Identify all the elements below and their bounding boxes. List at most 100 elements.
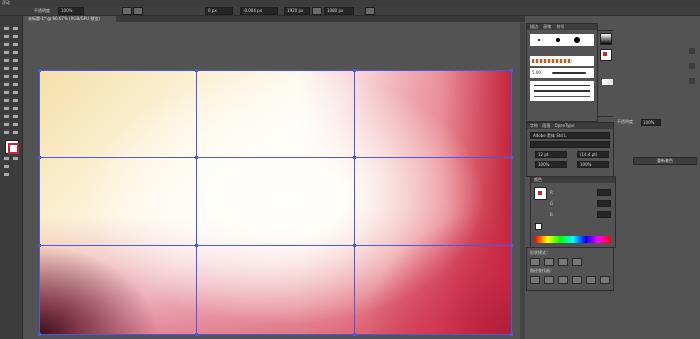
color-spectrum-bar[interactable] [535,236,611,243]
mesh-anchor[interactable] [38,69,41,72]
color-stroke-chip[interactable] [538,191,542,195]
draw-mode-icon[interactable] [3,164,10,169]
exclude-icon[interactable] [572,258,582,266]
tab-stroke[interactable]: 描边 [530,24,538,29]
mesh-anchor[interactable] [38,244,41,247]
mesh-anchor[interactable] [353,156,356,159]
blend-tool-icon[interactable] [12,106,19,111]
color-mode-icon[interactable] [3,156,10,161]
paintbrush-tool-icon[interactable] [12,58,19,63]
tab-color[interactable]: 颜色 [534,177,542,182]
scale-tool-icon[interactable] [12,74,19,79]
brush-dot-small[interactable] [538,39,540,41]
fill-swatch[interactable] [5,140,19,154]
shape-builder-tool-icon[interactable] [3,90,10,95]
shaper-tool-icon[interactable] [3,66,10,71]
w-field[interactable]: 1920 px [284,7,310,15]
column-graph-tool-icon[interactable] [12,114,19,119]
rotate-tool-icon[interactable] [3,74,10,79]
link-icon[interactable] [312,7,322,15]
document-tab[interactable]: 未标题-1* @ 66.67% (RGB/GPU 预览) [25,16,116,22]
font-style-select[interactable] [530,141,610,148]
channel-b-field[interactable] [597,211,611,218]
y-field[interactable]: -0.004 px [240,7,278,15]
brush-line-2[interactable] [534,90,590,92]
mesh-anchor[interactable] [353,333,356,336]
gradient-swatch[interactable] [600,33,612,45]
screen-mode-icon[interactable] [3,172,10,177]
dock-toggle-icon[interactable] [689,63,695,69]
brush-dot-large[interactable] [574,37,580,43]
eyedropper-tool-icon[interactable] [3,106,10,111]
brush-size-row[interactable]: 5.00 [530,68,594,78]
mesh-anchor[interactable] [510,244,513,247]
mesh-anchor[interactable] [38,333,41,336]
fill-chip[interactable] [603,52,607,56]
mesh-anchor[interactable] [195,333,198,336]
font-family-select[interactable]: Adobe 黑体 Std L [530,132,610,139]
merge-icon[interactable] [558,276,568,284]
mesh-anchor[interactable] [353,244,356,247]
mesh-anchor[interactable] [195,69,198,72]
vertical-scrollbar[interactable] [520,23,525,339]
none-color-chip[interactable] [535,223,542,230]
grid-icon[interactable] [133,7,143,15]
artboard-tool-icon[interactable] [3,122,10,127]
crop-icon[interactable] [572,276,582,284]
minus-back-icon[interactable] [600,276,610,284]
outline-icon[interactable] [586,276,596,284]
color-fill-swatch[interactable] [534,187,547,200]
transform-icon[interactable] [365,7,375,15]
symbol-sprayer-tool-icon[interactable] [3,114,10,119]
slice-tool-icon[interactable] [12,122,19,127]
tab-brushes[interactable]: 画笔 [543,24,551,29]
brush-line-3[interactable] [534,96,590,97]
tab-opentype[interactable]: OpenType [555,123,575,128]
mesh-anchor[interactable] [38,156,41,159]
channel-r-field[interactable] [597,189,611,196]
font-size-field[interactable]: 12 pt [535,151,567,158]
brush-line-1[interactable] [534,85,590,86]
unite-icon[interactable] [530,258,540,266]
mesh-anchor[interactable] [510,156,513,159]
tab-symbols[interactable]: 符号 [557,24,565,29]
tab-character[interactable]: 字符 [530,123,538,128]
zoom-tool-icon[interactable] [12,130,19,135]
line-tool-icon[interactable] [12,50,19,55]
gradient-tool-icon[interactable] [12,98,19,103]
trim-icon[interactable] [544,276,554,284]
recolor-button[interactable]: 重新着色 [633,157,697,165]
mesh-anchor[interactable] [510,333,513,336]
brush-dots-row[interactable] [530,34,594,46]
brush-list[interactable] [530,81,594,101]
pattern-brush[interactable] [532,59,572,63]
mesh-anchor[interactable] [510,69,513,72]
channel-g-field[interactable] [597,200,611,207]
vertical-scale-field[interactable]: 100% [577,161,609,168]
opacity-field[interactable]: 100% [58,7,84,15]
magic-wand-icon[interactable] [3,34,10,39]
mesh-tool-icon[interactable] [3,98,10,103]
dock-toggle-icon[interactable] [689,48,695,54]
tab-paragraph[interactable]: 段落 [542,123,550,128]
horizontal-scale-field[interactable]: 100% [535,161,567,168]
mesh-anchor[interactable] [353,69,356,72]
hand-tool-icon[interactable] [3,130,10,135]
pen-tool-icon[interactable] [3,42,10,47]
mesh-anchor[interactable] [195,244,198,247]
curvature-tool-icon[interactable] [12,42,19,47]
brush-dot-medium[interactable] [556,38,560,42]
lasso-icon[interactable] [12,34,19,39]
selection-tool-icon[interactable] [3,26,10,31]
h-field[interactable]: 1080 px [324,7,354,15]
mesh-anchor[interactable] [195,156,198,159]
artboard[interactable] [39,70,512,335]
menu-label[interactable]: 浮动 [2,0,10,5]
none-mode-icon[interactable] [12,156,19,161]
width-tool-icon[interactable] [3,82,10,87]
opacity-field-dock[interactable]: 100% [641,119,661,126]
type-tool-icon[interactable] [3,50,10,55]
minus-front-icon[interactable] [544,258,554,266]
free-transform-tool-icon[interactable] [12,82,19,87]
intersect-icon[interactable] [558,258,568,266]
